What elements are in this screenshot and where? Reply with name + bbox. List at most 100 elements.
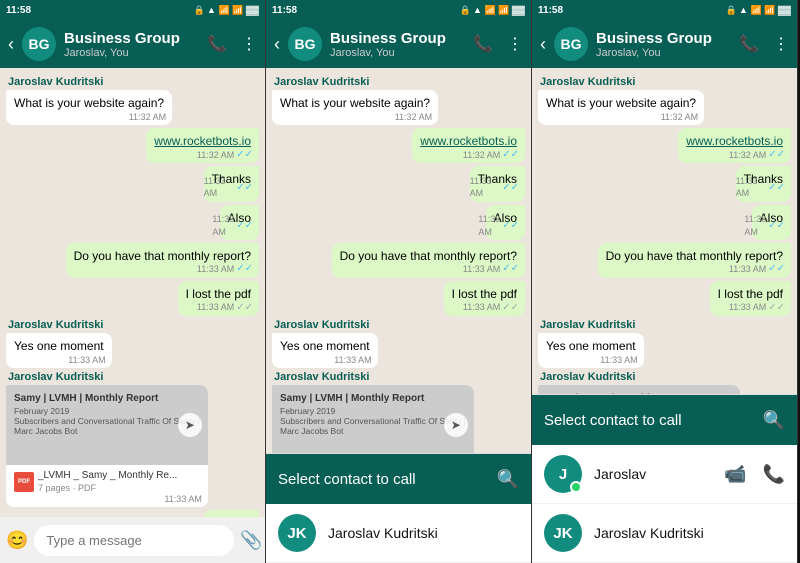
chat-body-3: Jaroslav Kudritski What is your website … bbox=[532, 68, 797, 394]
group-avatar-2: BG bbox=[288, 27, 322, 61]
bubble-outgoing: Also 11:33 AM✓✓ bbox=[752, 205, 791, 240]
contact-avatar-j3: J bbox=[544, 455, 582, 493]
search-icon-2[interactable]: 🔍 bbox=[497, 469, 519, 490]
back-button-2[interactable]: ‹ bbox=[274, 34, 280, 55]
doc-title-3: Samy | LVMH | Monthly Report bbox=[546, 393, 732, 394]
more-button-1[interactable]: ⋮ bbox=[241, 34, 257, 54]
bubble-time: 11:33 AM✓✓ bbox=[478, 213, 519, 237]
call-button-1[interactable]: 📞 bbox=[207, 34, 227, 54]
bubble-time: 11:33 AM✓✓ bbox=[204, 175, 253, 199]
more-button-3[interactable]: ⋮ bbox=[773, 34, 789, 54]
emoji-button[interactable]: 😊 bbox=[6, 530, 28, 551]
bubble-outgoing: Thanks 11:33 AM✓✓ bbox=[204, 510, 259, 517]
doc-preview-3: Samy | LVMH | Monthly Report February 20… bbox=[538, 385, 740, 394]
back-button-1[interactable]: ‹ bbox=[8, 34, 14, 55]
doc-name: _LVMH _ Samy _ Monthly Re... bbox=[38, 470, 177, 481]
call-button-2[interactable]: 📞 bbox=[473, 34, 493, 54]
panel-1: 11:58 🔒 ▲ 📶 📶 ▓▓ ‹ BG Business Group Jar… bbox=[0, 0, 266, 563]
bubble-outgoing: I lost the pdf 11:33 AM✓✓ bbox=[710, 281, 791, 316]
doc-bubble-3: Samy | LVMH | Monthly Report February 20… bbox=[538, 385, 740, 394]
chat-body-2: Jaroslav Kudritski What is your website … bbox=[266, 68, 531, 453]
pdf-icon: PDF bbox=[14, 472, 34, 492]
contact-item-jk3[interactable]: JK Jaroslav Kudritski bbox=[532, 504, 797, 563]
group-name-3: Business Group bbox=[596, 30, 731, 47]
sender-name: Jaroslav Kudritski bbox=[272, 319, 369, 331]
more-button-2[interactable]: ⋮ bbox=[507, 34, 523, 54]
msg-row: Jaroslav Kudritski What is your website … bbox=[272, 76, 525, 125]
msg-row: I lost the pdf 11:33 AM✓✓ bbox=[272, 281, 525, 316]
bubble-outgoing: www.rocketbots.io 11:32 AM✓✓ bbox=[146, 128, 259, 163]
msg-row: I lost the pdf 11:33 AM✓✓ bbox=[538, 281, 791, 316]
lock-icon-3: 🔒 bbox=[726, 5, 737, 16]
forward-button[interactable]: ➤ bbox=[178, 413, 202, 437]
msg-row: Jaroslav Kudritski Yes one moment 11:33 … bbox=[272, 319, 525, 368]
group-avatar-1: BG bbox=[22, 27, 56, 61]
bubble-outgoing: I lost the pdf 11:33 AM✓✓ bbox=[444, 281, 525, 316]
lock-icon: 🔒 bbox=[194, 5, 205, 16]
bubble-outgoing: I lost the pdf 11:33 AM✓✓ bbox=[178, 281, 259, 316]
msg-row: Do you have that monthly report? 11:33 A… bbox=[538, 243, 791, 278]
status-bar-1: 11:58 🔒 ▲ 📶 📶 ▓▓ bbox=[0, 0, 265, 20]
time-3: 11:58 bbox=[538, 5, 563, 16]
call-button-3[interactable]: 📞 bbox=[739, 34, 759, 54]
voice-call-button[interactable]: 📞 bbox=[763, 464, 785, 485]
sender-name: Jaroslav Kudritski bbox=[538, 319, 635, 331]
doc-title: Samy | LVMH | Monthly Report bbox=[280, 393, 466, 404]
panel-3: 11:58 🔒 ▲ 📶 📶 ▓▓ ‹ BG Business Group Jar… bbox=[532, 0, 798, 563]
attach-button[interactable]: 📎 bbox=[240, 530, 262, 551]
msg-row: Jaroslav Kudritski Samy | LVMH | Monthly… bbox=[538, 371, 791, 394]
contact-item-jaroslav[interactable]: JK Jaroslav Kudritski bbox=[266, 504, 531, 563]
forward-button-2[interactable]: ➤ bbox=[444, 413, 468, 437]
signal-icons: ▲ 📶 📶 ▓▓ bbox=[207, 5, 259, 16]
contact-item-jaroslav-3[interactable]: J Jaroslav 📹 📞 bbox=[532, 445, 797, 504]
contact-avatar-jaroslav: JK bbox=[278, 514, 316, 552]
doc-meta: 7 pages · PDF bbox=[38, 483, 177, 493]
bubble-time: 11:32 AM✓✓ bbox=[463, 148, 519, 162]
contact-select-title-3: Select contact to call bbox=[544, 412, 682, 429]
video-call-button[interactable]: 📹 bbox=[724, 464, 746, 485]
doc-sub: February 2019Subscribers and Conversatio… bbox=[280, 406, 466, 436]
bubble-outgoing: Also 11:33 AM✓✓ bbox=[220, 205, 259, 240]
bubble-time: 11:33 AM bbox=[600, 354, 637, 366]
header-actions-3: 📞 ⋮ bbox=[739, 34, 789, 54]
contact-avatar-jk3: JK bbox=[544, 514, 582, 552]
bubble-incoming: What is your website again? 11:32 AM bbox=[538, 90, 704, 125]
message-input[interactable] bbox=[34, 525, 234, 556]
header-info-1: Business Group Jaroslav, You bbox=[64, 30, 199, 59]
bubble-time: 11:33 AM✓✓ bbox=[463, 262, 519, 276]
bubble-outgoing: Thanks 11:33 AM✓✓ bbox=[204, 166, 259, 201]
status-icons-2: 🔒 ▲ 📶 📶 ▓▓ bbox=[460, 5, 525, 16]
header-actions-1: 📞 ⋮ bbox=[207, 34, 257, 54]
time-2: 11:58 bbox=[272, 5, 297, 16]
msg-row: Also 11:33 AM✓✓ bbox=[272, 205, 525, 240]
sender-name: Jaroslav Kudritski bbox=[6, 76, 103, 88]
bubble-outgoing: Thanks 11:33 AM✓✓ bbox=[736, 166, 791, 201]
sender-name: Jaroslav Kudritski bbox=[6, 371, 103, 383]
contact-call-icons: 📹 📞 bbox=[724, 464, 785, 485]
msg-row: Do you have that monthly report? 11:33 A… bbox=[6, 243, 259, 278]
msg-row: Thanks 11:33 AM✓✓ bbox=[6, 510, 259, 517]
back-button-3[interactable]: ‹ bbox=[540, 34, 546, 55]
msg-row: Jaroslav Kudritski What is your website … bbox=[6, 76, 259, 125]
bubble-time: 11:32 AM bbox=[129, 111, 166, 123]
bubble-outgoing: www.rocketbots.io 11:32 AM✓✓ bbox=[412, 128, 525, 163]
search-icon-3[interactable]: 🔍 bbox=[763, 410, 785, 431]
doc-preview: Samy | LVMH | Monthly Report February 20… bbox=[6, 385, 208, 465]
online-indicator bbox=[570, 481, 582, 493]
bubble-time: 11:33 AM✓✓ bbox=[736, 175, 785, 199]
bubble-time: 11:33 AM bbox=[334, 354, 371, 366]
group-name-2: Business Group bbox=[330, 30, 465, 47]
chat-header-2: ‹ BG Business Group Jaroslav, You 📞 ⋮ bbox=[266, 20, 531, 68]
header-info-3: Business Group Jaroslav, You bbox=[596, 30, 731, 59]
bubble-time: 11:33 AM bbox=[68, 354, 105, 366]
status-icons-3: 🔒 ▲ 📶 📶 ▓▓ bbox=[726, 5, 791, 16]
doc-bubble: Samy | LVMH | Monthly Report February 20… bbox=[272, 385, 474, 453]
signal-icons-3: ▲ 📶 📶 ▓▓ bbox=[739, 5, 791, 16]
msg-row: www.rocketbots.io 11:32 AM✓✓ bbox=[272, 128, 525, 163]
bubble-outgoing: Also 11:33 AM✓✓ bbox=[486, 205, 525, 240]
sender-name: Jaroslav Kudritski bbox=[538, 76, 635, 88]
bubble-time: 11:33 AM✓✓ bbox=[470, 175, 519, 199]
msg-row: Jaroslav Kudritski Yes one moment 11:33 … bbox=[538, 319, 791, 368]
bubble-time: 11:33 AM✓✓ bbox=[729, 262, 785, 276]
doc-sub: February 2019Subscribers and Conversatio… bbox=[14, 406, 200, 436]
